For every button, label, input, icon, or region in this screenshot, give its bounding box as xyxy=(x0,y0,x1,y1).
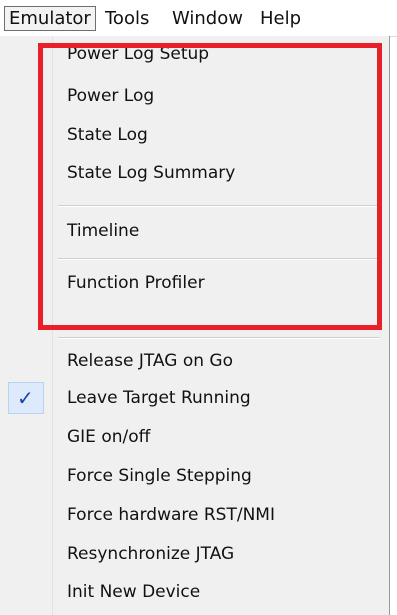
menu-item-state-log-summary[interactable]: State Log Summary xyxy=(67,158,235,188)
menubar-help[interactable]: Help xyxy=(256,6,305,31)
menu-item-gie-on-off[interactable]: GIE on/off xyxy=(67,422,150,452)
menu-item-power-log[interactable]: Power Log xyxy=(67,81,154,111)
menu-item-leave-target-running[interactable]: Leave Target Running xyxy=(67,383,251,413)
menu-item-release-jtag-on-go[interactable]: Release JTAG on Go xyxy=(67,346,233,376)
check-indicator: ✓ xyxy=(8,382,44,414)
menubar-emulator[interactable]: Emulator xyxy=(4,6,96,31)
checkmark-icon: ✓ xyxy=(17,386,34,410)
menu-item-timeline[interactable]: Timeline xyxy=(67,216,139,246)
menu-item-power-log-setup[interactable]: Power Log Setup xyxy=(67,39,209,69)
menu-item-force-hardware-rst-nmi[interactable]: Force hardware RST/NMI xyxy=(67,500,275,530)
menu-separator xyxy=(58,205,380,207)
menu-icon-gutter xyxy=(0,36,53,615)
menu-separator xyxy=(58,258,380,260)
menu-item-force-single-stepping[interactable]: Force Single Stepping xyxy=(67,461,252,491)
menu-item-init-new-device[interactable]: Init New Device xyxy=(67,577,200,607)
menu-bar: Emulator Tools Window Help xyxy=(0,0,397,37)
menubar-tools[interactable]: Tools xyxy=(101,6,153,31)
menubar-window[interactable]: Window xyxy=(168,6,247,31)
emulator-dropdown-menu: Power Log Setup Power Log State Log Stat… xyxy=(0,36,390,615)
menu-separator xyxy=(58,337,380,339)
menu-item-resynchronize-jtag[interactable]: Resynchronize JTAG xyxy=(67,539,234,569)
menu-item-function-profiler[interactable]: Function Profiler xyxy=(67,268,205,298)
menu-item-state-log[interactable]: State Log xyxy=(67,120,148,150)
